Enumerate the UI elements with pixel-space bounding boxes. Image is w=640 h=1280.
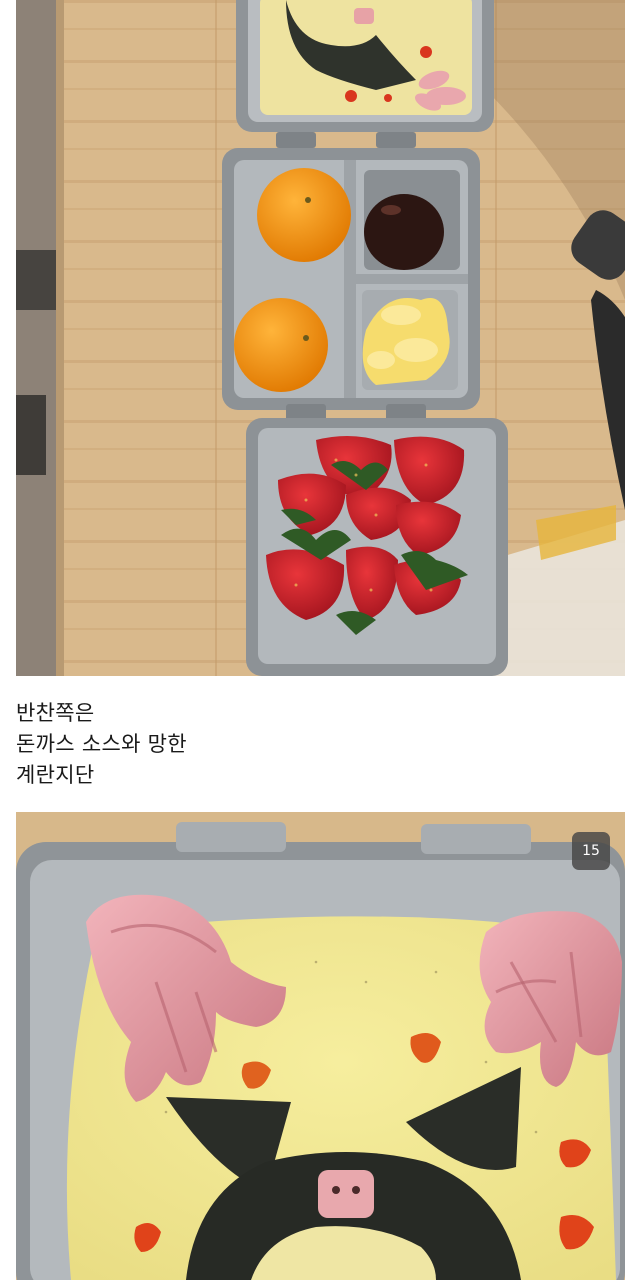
caption-line-1: 반찬쪽은 bbox=[16, 701, 95, 725]
caption-line-3: 계란지단 bbox=[16, 763, 95, 787]
lunchbox-photo bbox=[16, 0, 625, 676]
caption-line-2: 돈까스 소스와 망한 bbox=[16, 732, 187, 756]
kuromi-omelette-photo[interactable]: 15 bbox=[16, 812, 625, 1280]
post-caption: 반찬쪽은 돈까스 소스와 망한 계란지단 bbox=[16, 698, 616, 791]
image-count-badge: 15 bbox=[572, 832, 610, 870]
